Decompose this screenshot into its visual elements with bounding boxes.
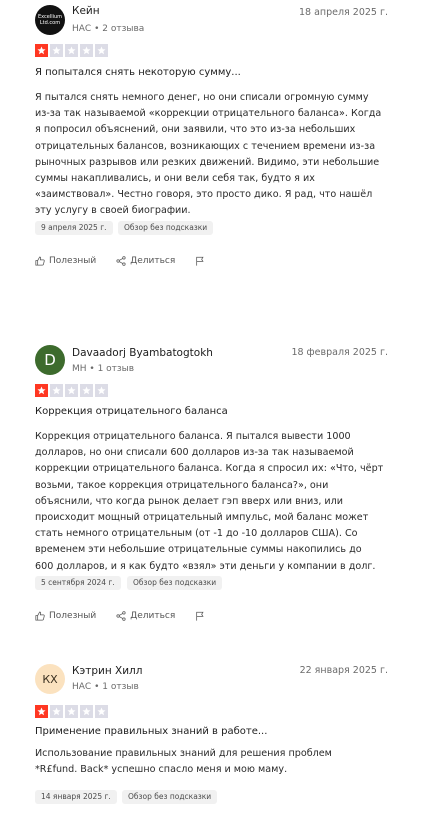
star-rating <box>35 44 108 57</box>
review-body-line: возьми, такое коррекция отрицательного б… <box>35 479 329 491</box>
review-body-line: коррекции отрицательного баланса. Когда … <box>35 463 384 475</box>
review-body: Я пытался снять немного денег, но они сп… <box>35 90 395 220</box>
star-icon <box>80 44 93 57</box>
star-rating <box>35 384 108 397</box>
star-icon <box>95 384 108 397</box>
reviewer-meta: НАС • 2 отзыва <box>72 24 145 34</box>
review-title[interactable]: Я попытался снять некоторую сумму... <box>35 67 241 78</box>
star-rating <box>35 705 108 718</box>
review-body-line: *R£fund. Back* успешно спасло меня и мою… <box>35 764 288 776</box>
review-body-line: временем эти небольшие отрицательные сум… <box>35 544 362 556</box>
star-icon <box>80 705 93 718</box>
review-title[interactable]: Применение правильных знаний в работе... <box>35 726 267 737</box>
review-body: Коррекция отрицательного баланса. Я пыта… <box>35 429 395 575</box>
experience-date-badge: 9 апреля 2025 г. <box>35 221 113 235</box>
reviewer-name[interactable]: Кэтрин Хилл <box>72 665 142 677</box>
review-body-line: Коррекция отрицательного баланса. Я пыта… <box>35 431 351 442</box>
star-icon <box>50 44 63 57</box>
experience-date-badge: 14 января 2025 г. <box>35 790 117 804</box>
review-title[interactable]: Коррекция отрицательного баланса <box>35 406 228 417</box>
useful-label: Полезный <box>49 611 97 621</box>
star-icon <box>65 384 78 397</box>
review-date: 18 апреля 2025 г. <box>298 7 388 18</box>
unprompted-review-badge: Обзор без подсказки <box>118 221 214 235</box>
review-body: Использование правильных знаний для реше… <box>35 746 395 778</box>
star-icon <box>35 705 48 718</box>
avatar[interactable]: D <box>35 345 65 375</box>
star-icon <box>35 384 48 397</box>
avatar[interactable]: Excellium Ltd.com <box>35 5 65 35</box>
review-body-line: объяснили, что когда рынок делает гэп вв… <box>35 495 344 507</box>
unprompted-review-badge: Обзор без подсказки <box>122 790 218 804</box>
share-icon <box>116 611 126 621</box>
star-icon <box>50 705 63 718</box>
review-body-line: отрицательных балансов, возникающих с те… <box>35 140 376 152</box>
flag-icon <box>196 611 204 621</box>
useful-button[interactable]: Полезный <box>35 611 96 621</box>
reviewer-meta: MH • 1 отзыв <box>72 364 135 374</box>
reviewer-name[interactable]: Кейн <box>72 5 100 17</box>
review-actions: Полезный Делиться <box>35 256 225 266</box>
star-icon <box>80 384 93 397</box>
useful-button[interactable]: Полезный <box>35 256 96 266</box>
star-icon <box>95 705 108 718</box>
review-body-line: эту услугу в своей биографии. <box>35 205 191 217</box>
useful-label: Полезный <box>49 256 97 266</box>
thumbs-up-icon <box>35 256 45 266</box>
star-icon <box>65 705 78 718</box>
avatar[interactable]: КХ <box>35 664 65 694</box>
reviewer-name[interactable]: Davaadorj Byambatogtokh <box>72 347 213 359</box>
share-button[interactable]: Делиться <box>116 611 175 621</box>
experience-date-badge: 5 сентября 2024 г. <box>35 576 121 590</box>
share-icon <box>116 256 126 266</box>
unprompted-review-badge: Обзор без подсказки <box>127 576 223 590</box>
share-button[interactable]: Делиться <box>116 256 175 266</box>
review-body-line: суммы накапливались, и они вели себя так… <box>35 173 315 185</box>
share-label: Делиться <box>130 256 176 266</box>
reviewer-meta: НАС • 1 отзыв <box>72 682 139 692</box>
review-body-line: 600 долларов, и я как будто «взял» эти д… <box>35 560 376 572</box>
flag-icon <box>196 256 204 266</box>
review-body-line: из-за так называемой «коррекции отрицате… <box>35 108 382 120</box>
report-button[interactable] <box>195 256 205 266</box>
star-icon <box>50 384 63 397</box>
review-body-line: Я пытался снять немного денег, но они сп… <box>35 92 369 103</box>
review-body-line: рыночных разрывов или резких движений. В… <box>35 156 380 168</box>
star-icon <box>65 44 78 57</box>
review-date: 22 января 2025 г. <box>299 665 388 676</box>
review-body-line: «заимствовал». Честно говоря, это просто… <box>35 189 373 201</box>
review-body-line: Использование правильных знаний для реше… <box>35 748 332 759</box>
avatar-logo-line: Ltd.com <box>39 20 61 26</box>
review-date: 18 февраля 2025 г. <box>291 347 388 358</box>
star-icon <box>95 44 108 57</box>
review-body-line: стать немного отрицательным (от -1 до -1… <box>35 528 358 540</box>
review-body-line: происходит мощный отрицательный импульс,… <box>35 512 369 524</box>
review-body-line: я попросил объяснений, они заявили, что … <box>35 124 356 136</box>
thumbs-up-icon <box>35 611 45 621</box>
star-icon <box>35 44 48 57</box>
review-actions: Полезный Делиться <box>35 611 225 621</box>
report-button[interactable] <box>195 611 205 621</box>
review-body-line: долларов, но они списали 600 долларов из… <box>35 447 354 459</box>
share-label: Делиться <box>130 611 176 621</box>
